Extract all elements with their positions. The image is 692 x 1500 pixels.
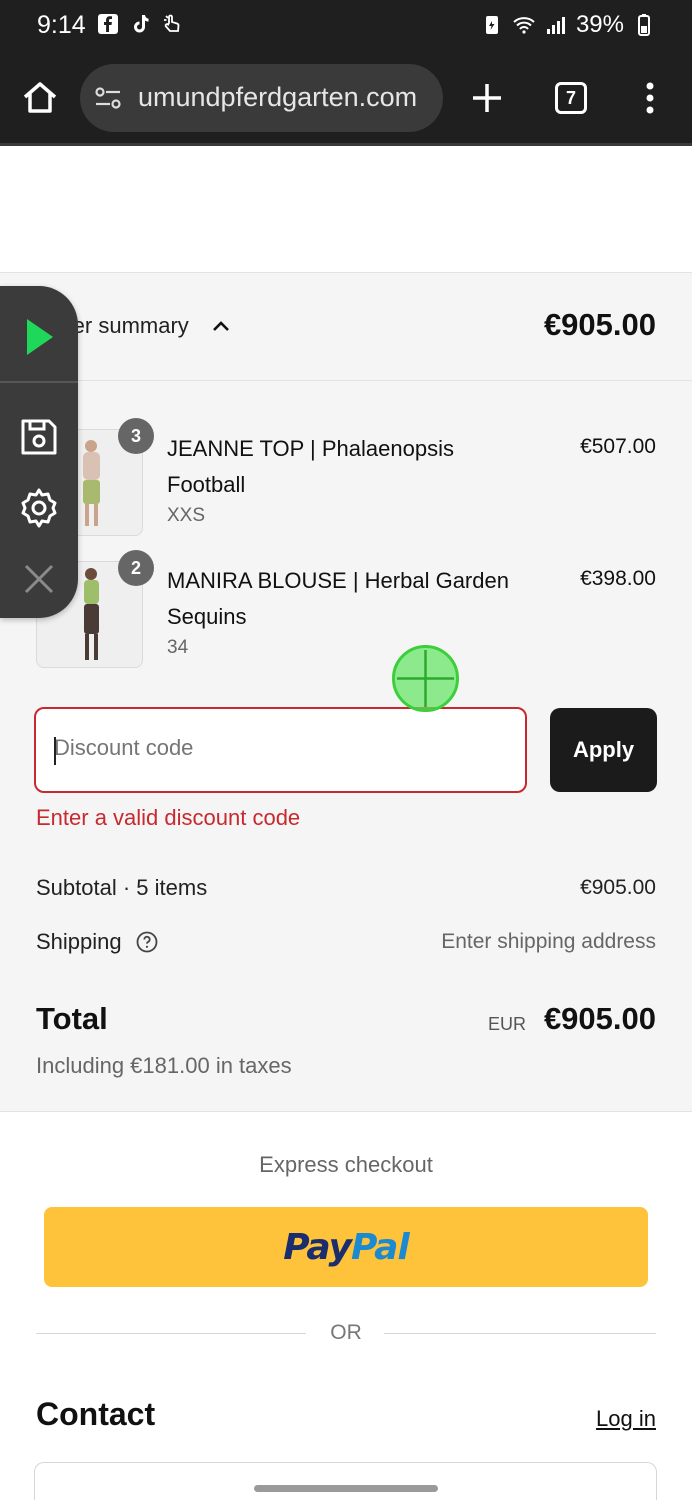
contact-heading: Contact bbox=[36, 1396, 156, 1432]
subtotal-label: Subtotal · 5 items bbox=[36, 875, 208, 900]
product-price: €398.00 bbox=[580, 567, 656, 590]
signal-icon bbox=[546, 17, 565, 34]
status-time: 9:14 bbox=[37, 11, 86, 39]
tax-note: Including €181.00 in taxes bbox=[36, 1053, 292, 1078]
contact-input[interactable] bbox=[34, 1462, 657, 1500]
more-options-icon[interactable] bbox=[640, 78, 660, 118]
help-circle-icon[interactable] bbox=[136, 931, 158, 953]
shipping-label: Shipping bbox=[36, 929, 122, 954]
product-name: MANIRA BLOUSE | Herbal Garden Sequins bbox=[167, 568, 509, 629]
paypal-logo-pay: Pay bbox=[283, 1226, 352, 1268]
gesture-icon bbox=[164, 14, 180, 32]
discount-code-input[interactable] bbox=[54, 735, 504, 761]
crosshair-icon bbox=[397, 650, 454, 707]
discount-field[interactable] bbox=[34, 707, 527, 793]
touch-indicator bbox=[392, 645, 459, 712]
shipping-row: Shipping Enter shipping address bbox=[0, 929, 692, 959]
or-separator: OR bbox=[330, 1321, 362, 1344]
order-summary-total: €905.00 bbox=[543, 307, 656, 342]
close-icon[interactable] bbox=[18, 558, 60, 600]
paypal-logo[interactable]: PayPal bbox=[283, 1226, 410, 1268]
text-cursor bbox=[54, 737, 56, 765]
tiktok-icon bbox=[134, 15, 149, 33]
home-indicator[interactable] bbox=[254, 1485, 438, 1492]
home-icon[interactable] bbox=[20, 78, 60, 118]
paypal-logo-pal: Pal bbox=[351, 1226, 410, 1268]
battery-icon bbox=[638, 14, 650, 36]
subtotal-value: €905.00 bbox=[580, 876, 656, 899]
address-bar[interactable]: umundpferdgarten.com bbox=[80, 64, 443, 132]
order-summary: Order summary €905.00 3 JEANNE TOP | Pha… bbox=[0, 272, 692, 1112]
total-value: €905.00 bbox=[543, 1001, 656, 1036]
quantity-badge: 3 bbox=[118, 418, 154, 454]
url-text[interactable]: umundpferdgarten.com bbox=[138, 82, 417, 113]
total-label: Total bbox=[36, 1001, 108, 1036]
gear-icon[interactable] bbox=[18, 487, 60, 529]
facebook-icon bbox=[98, 14, 118, 34]
floating-recorder-panel bbox=[0, 286, 78, 618]
system-status-icons: 39% bbox=[480, 11, 656, 39]
battery-percent: 39% bbox=[575, 11, 624, 38]
line-item: 2 MANIRA BLOUSE | Herbal Garden Sequins … bbox=[0, 550, 692, 671]
notification-icons bbox=[96, 12, 184, 36]
product-price: €507.00 bbox=[580, 435, 656, 458]
new-tab-icon[interactable] bbox=[469, 80, 505, 116]
save-icon[interactable] bbox=[18, 416, 60, 458]
play-icon[interactable] bbox=[18, 316, 60, 358]
tab-switcher-button[interactable]: 7 bbox=[555, 82, 587, 114]
express-checkout-label: Express checkout bbox=[259, 1152, 433, 1177]
play-button[interactable] bbox=[0, 286, 78, 383]
browser-toolbar: umundpferdgarten.com 7 bbox=[0, 50, 692, 146]
status-bar: 9:14 39% bbox=[0, 0, 692, 50]
login-link[interactable]: Log in bbox=[596, 1406, 656, 1432]
wifi-icon bbox=[513, 17, 535, 34]
product-name: JEANNE TOP | Phalaenopsis Football bbox=[167, 436, 454, 497]
order-summary-toggle[interactable]: Order summary €905.00 bbox=[0, 273, 692, 381]
product-variant: XXS bbox=[167, 505, 206, 526]
product-variant: 34 bbox=[167, 637, 189, 658]
site-settings-icon[interactable] bbox=[94, 86, 122, 110]
chevron-up-icon[interactable] bbox=[212, 319, 230, 333]
paypal-button[interactable]: PayPal bbox=[44, 1207, 648, 1287]
shipping-value: Enter shipping address bbox=[441, 930, 656, 953]
battery-saver-icon bbox=[485, 16, 498, 34]
quantity-badge: 2 bbox=[118, 550, 154, 586]
apply-discount-button[interactable]: Apply bbox=[550, 708, 657, 792]
line-item: 3 JEANNE TOP | Phalaenopsis Football XXS… bbox=[0, 418, 692, 539]
discount-error-message: Enter a valid discount code bbox=[36, 805, 301, 830]
total-currency: EUR bbox=[487, 1014, 526, 1034]
